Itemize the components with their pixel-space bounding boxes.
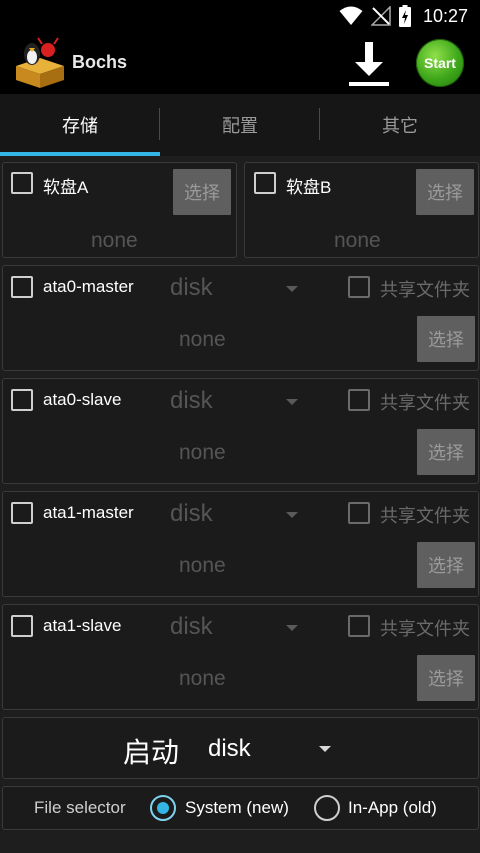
floppy-b-checkbox[interactable] (254, 172, 276, 194)
select-button-label: 选择 (184, 183, 220, 204)
ata1-slave-share-label: 共享文件夹 (380, 619, 470, 640)
ata0-slave-checkbox[interactable] (11, 389, 33, 411)
ata1-master-path: none (179, 554, 226, 577)
boot-label: 启动 (123, 736, 180, 769)
download-icon[interactable] (344, 38, 394, 88)
file-selector-inapp-radio[interactable] (314, 795, 340, 821)
battery-charging-icon (398, 5, 411, 27)
tab-config[interactable]: 配置 (160, 94, 320, 156)
status-icons: 10:27 (339, 4, 468, 28)
ata0-master-share-checkbox[interactable] (348, 276, 370, 298)
ata1-master-select-button[interactable]: 选择 (417, 542, 475, 588)
ata1-master-label: ata1-master (43, 503, 134, 522)
ata1-master-share-label: 共享文件夹 (380, 506, 470, 527)
file-selector-system-radio[interactable] (150, 795, 176, 821)
select-button-label: 选择 (428, 443, 464, 464)
floppy-b-panel: 软盘B 选择 none (244, 162, 479, 258)
tab-storage[interactable]: 存储 (0, 94, 160, 156)
floppy-a-select-button[interactable]: 选择 (173, 169, 231, 215)
tab-other-label: 其它 (382, 116, 418, 137)
floppy-b-select-button[interactable]: 选择 (416, 169, 474, 215)
ata0-master-share-label: 共享文件夹 (380, 280, 470, 301)
floppy-a-panel: 软盘A 选择 none (2, 162, 237, 258)
ata0-slave-select-button[interactable]: 选择 (417, 429, 475, 475)
app-title: Bochs (72, 52, 128, 72)
ata0-slave-share-checkbox[interactable] (348, 389, 370, 411)
boot-panel: 启动 disk (2, 717, 479, 779)
tab-config-label: 配置 (222, 116, 258, 137)
status-time: 10:27 (422, 5, 468, 26)
start-button[interactable]: Start (416, 39, 464, 87)
action-bar: Bochs Start (0, 32, 480, 94)
ata1-slave-label: ata1-slave (43, 616, 122, 635)
ata1-slave-checkbox[interactable] (11, 615, 33, 637)
chevron-down-icon[interactable] (319, 746, 331, 752)
floppy-b-path: none (334, 229, 381, 252)
tab-other[interactable]: 其它 (320, 94, 480, 156)
ata0-master-checkbox[interactable] (11, 276, 33, 298)
select-button-label: 选择 (427, 183, 463, 204)
floppy-b-label: 软盘B (286, 178, 332, 197)
ata0-master-type-select[interactable]: disk (170, 274, 213, 302)
chevron-down-icon (286, 625, 298, 631)
boot-device-select[interactable]: disk (208, 735, 251, 763)
ata1-master-share-checkbox[interactable] (348, 502, 370, 524)
ata1-slave-select-button[interactable]: 选择 (417, 655, 475, 701)
bochs-logo (16, 37, 64, 88)
tab-bar: 存储 配置 其它 (0, 94, 480, 156)
start-button-label: Start (424, 55, 456, 71)
ata1-master-panel: ata1-master disk 共享文件夹 选择 none (2, 491, 479, 597)
ata0-master-select-button[interactable]: 选择 (417, 316, 475, 362)
main-content: 存储 配置 其它 软盘A 选择 none 软盘B 选择 none ata0-ma… (0, 94, 480, 853)
ata1-master-checkbox[interactable] (11, 502, 33, 524)
ata0-master-panel: ata0-master disk 共享文件夹 选择 none (2, 265, 479, 371)
file-selector-panel: File selector System (new) In-App (old) (2, 786, 479, 830)
ata1-master-type-select[interactable]: disk (170, 500, 213, 528)
ata1-slave-panel: ata1-slave disk 共享文件夹 选择 none (2, 604, 479, 710)
ata1-slave-type-select[interactable]: disk (170, 613, 213, 641)
floppy-a-path: none (91, 229, 138, 252)
select-button-label: 选择 (428, 330, 464, 351)
ata0-master-path: none (179, 328, 226, 351)
tab-storage-label: 存储 (62, 116, 98, 137)
chevron-down-icon (286, 286, 298, 292)
ata0-master-label: ata0-master (43, 277, 134, 296)
floppy-a-label: 软盘A (43, 178, 89, 197)
chevron-down-icon (286, 399, 298, 405)
no-signal-icon (370, 6, 391, 26)
ata0-slave-label: ata0-slave (43, 390, 122, 409)
ata1-slave-path: none (179, 667, 226, 690)
ata0-slave-path: none (179, 441, 226, 464)
file-selector-inapp-label[interactable]: In-App (old) (348, 798, 437, 818)
status-bar: 10:27 (0, 0, 480, 32)
ata0-slave-panel: ata0-slave disk 共享文件夹 选择 none (2, 378, 479, 484)
floppy-a-checkbox[interactable] (11, 172, 33, 194)
ata1-slave-share-checkbox[interactable] (348, 615, 370, 637)
ata0-slave-share-label: 共享文件夹 (380, 393, 470, 414)
select-button-label: 选择 (428, 556, 464, 577)
chevron-down-icon (286, 512, 298, 518)
wifi-icon (339, 6, 363, 25)
ata0-slave-type-select[interactable]: disk (170, 387, 213, 415)
file-selector-system-label[interactable]: System (new) (185, 798, 289, 818)
file-selector-label: File selector (34, 798, 126, 817)
select-button-label: 选择 (428, 669, 464, 690)
